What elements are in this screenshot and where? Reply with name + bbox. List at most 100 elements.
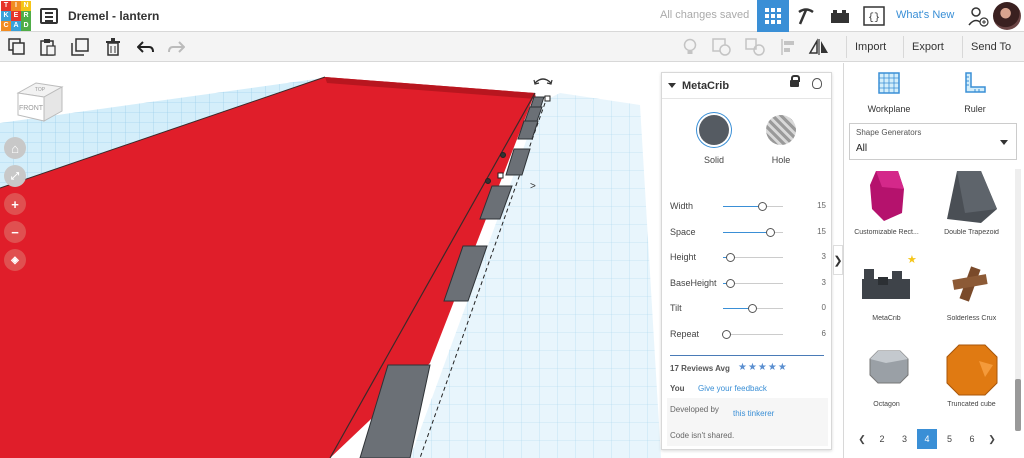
show-all-button[interactable] [680,37,700,57]
page-3-button[interactable]: 3 [895,429,915,449]
ruler-icon [965,72,986,93]
double-trapezoid-icon [947,171,997,223]
param-slider[interactable] [723,278,783,288]
lightbulb-icon[interactable] [812,78,822,89]
shape-library-scrollbar[interactable] [1015,169,1021,431]
add-user-icon [968,7,989,27]
favorite-star-icon[interactable]: ★ [907,253,917,266]
slider-knob[interactable] [758,202,767,211]
shape-metacrib[interactable]: ★ MetaCrib [844,253,929,335]
view-cube[interactable]: TOP FRONT [14,79,66,123]
fit-view-button[interactable]: ⤢ [4,165,26,187]
grid-icon [765,8,781,24]
param-label: Width [670,201,694,211]
shape-double-trapezoid[interactable]: Double Trapezoid [929,169,1014,249]
param-slider[interactable] [723,304,783,313]
workplane-tool[interactable]: Workplane [854,71,924,114]
export-button[interactable]: Export [903,36,952,58]
zoom-out-button[interactable]: − [4,221,26,243]
copy-button[interactable] [7,37,27,57]
3d-design-view-button[interactable] [757,0,789,32]
redo-button[interactable] [166,37,186,57]
page-6-button[interactable]: 6 [962,429,982,449]
inspector-title: MetaCrib [682,79,730,92]
shape-customizable-rect[interactable]: Customizable Rect... [844,169,929,249]
prev-page-button[interactable]: ❮ [852,429,872,449]
shape-octagon[interactable]: Octagon [844,341,929,421]
rotate-handle-icon[interactable] [534,78,552,84]
slider-knob[interactable] [765,227,775,237]
param-value[interactable]: 15 [817,201,826,210]
next-page-button[interactable]: ❯ [982,429,1002,449]
mirror-button[interactable] [808,37,828,57]
tinkercad-logo[interactable]: TINKERCAD [0,0,32,32]
hole-swatch[interactable] [766,115,796,145]
mirror-icon [808,38,828,55]
page-2-button[interactable]: 2 [872,429,892,449]
panel-toggle-button[interactable]: ❯ [833,245,843,275]
redo-icon [168,41,185,53]
slider-knob[interactable] [726,253,736,262]
slider-knob[interactable] [722,329,731,339]
align-button[interactable] [778,37,798,57]
param-value[interactable]: 6 [822,329,826,338]
lightbulb-icon [683,38,697,54]
edit-toolbar: Import Export Send To [0,32,1024,62]
ungroup-button[interactable] [745,37,765,57]
import-button[interactable]: Import [846,36,894,58]
group-button[interactable] [712,37,732,57]
param-label: BaseHeight [670,277,717,288]
code-shared-note: Code isn't shared. [670,431,735,440]
add-user-button[interactable] [962,0,994,32]
param-value[interactable]: 3 [822,252,826,261]
page-4-button[interactable]: 4 [917,429,937,449]
scroll-thumb[interactable] [1015,379,1021,431]
shape-category-dropdown[interactable]: Shape Generators All [849,123,1017,160]
fit-view-icon: ⤢ [11,170,19,182]
param-slider[interactable] [723,227,783,237]
shape-solderless-crux[interactable]: Solderless Crux [929,255,1014,335]
param-value[interactable]: 3 [822,278,826,287]
codeblocks-view-button[interactable]: {} [858,0,890,32]
page-5-button[interactable]: 5 [940,429,960,449]
shape-truncated-cube[interactable]: Truncated cube [929,341,1014,421]
param-value[interactable]: 0 [822,303,826,312]
view-cube-top-label[interactable]: TOP [35,87,46,93]
home-view-icon: ⌂ [11,140,19,156]
paste-button[interactable] [38,37,58,57]
blocks-view-button[interactable] [790,0,822,32]
whats-new-link[interactable]: What's New [896,9,954,21]
inspector-header[interactable]: MetaCrib [662,73,831,99]
developer-link[interactable]: this tinkerer [733,409,774,418]
ortho-view-button[interactable]: ◈ [4,249,26,271]
send-to-button[interactable]: Send To [962,36,1019,58]
user-avatar[interactable] [993,2,1021,30]
shape-pagination: ❮ ❯ 23456 [852,429,1014,451]
height-handle-icon[interactable]: > [530,181,536,192]
param-slider[interactable] [723,253,783,262]
param-slider[interactable] [722,329,783,339]
param-slider[interactable] [723,202,783,211]
param-label: Repeat [670,328,700,339]
design-list-icon[interactable] [40,7,58,24]
slider-fill [723,231,770,233]
ruler-tool[interactable]: Ruler [940,71,1010,114]
octagon-icon [869,350,909,384]
undo-button[interactable] [136,37,156,57]
duplicate-button[interactable] [70,37,90,57]
give-feedback-link[interactable]: Give your feedback [698,384,767,393]
zoom-in-button[interactable]: + [4,193,26,215]
view-cube-front-label[interactable]: FRONT [19,105,44,112]
bricks-view-button[interactable] [824,0,856,32]
slider-knob[interactable] [726,278,736,288]
document-title[interactable]: Dremel - lantern [68,9,159,23]
lock-icon[interactable] [790,75,800,87]
home-view-button[interactable]: ⌂ [4,137,26,159]
chevron-right-icon: ❯ [833,254,843,267]
slider-knob[interactable] [747,304,757,313]
collapse-caret-icon[interactable] [668,83,676,88]
logo-letter: I [11,0,21,11]
delete-button[interactable] [103,37,123,57]
solid-swatch[interactable] [699,115,729,145]
param-value[interactable]: 15 [817,227,826,236]
